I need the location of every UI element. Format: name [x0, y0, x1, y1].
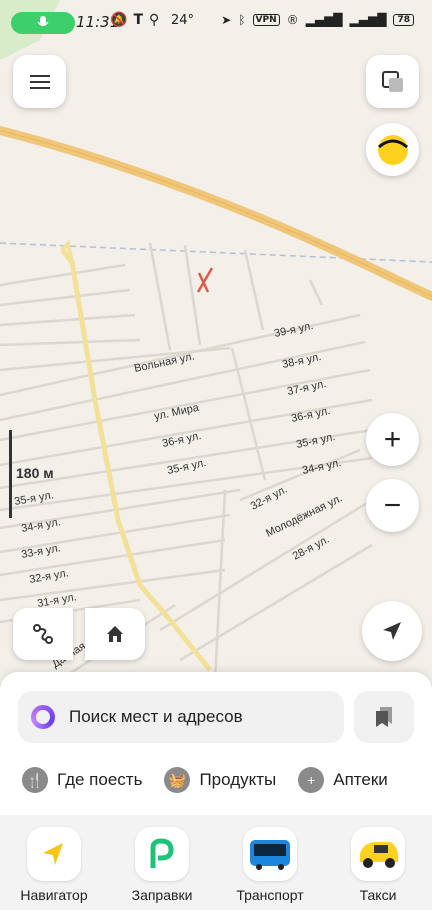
home-icon: [107, 626, 123, 642]
signal-icon-2: ▂▄▆█: [349, 13, 387, 27]
bluetooth-icon: ᛒ: [238, 13, 246, 27]
bottom-sheet: Поиск мест и адресов 🍴 Где поесть 🧺 Продук…: [0, 672, 432, 815]
search-input[interactable]: Поиск мест и адресов: [18, 691, 344, 743]
app-navigator[interactable]: Навигатор: [9, 827, 99, 903]
app-fuel[interactable]: Заправки: [117, 827, 207, 903]
plus-account-button[interactable]: [366, 123, 419, 176]
minus-icon: −: [383, 488, 402, 522]
home-button[interactable]: [85, 608, 145, 660]
plus-icon: +: [383, 422, 402, 456]
app-label: Заправки: [131, 887, 193, 903]
route-button[interactable]: [13, 608, 73, 660]
apps-bar: Навигатор Заправки Транспорт Такси: [0, 815, 432, 910]
layers-button[interactable]: [366, 55, 419, 108]
bus-icon: [243, 827, 297, 881]
my-location-button[interactable]: [362, 601, 422, 661]
category-label: Где поесть: [57, 770, 143, 789]
menu-button[interactable]: [13, 55, 66, 108]
alice-icon[interactable]: [31, 705, 55, 729]
menu-icon: [29, 74, 50, 89]
location-arrow-icon: ➤: [221, 13, 232, 27]
zoom-in-button[interactable]: +: [366, 413, 419, 466]
navigator-icon: [27, 827, 81, 881]
route-icon: [33, 624, 53, 644]
category-label: Продукты: [199, 770, 277, 789]
scale-bar: [9, 430, 12, 518]
app-label: Такси: [359, 887, 397, 903]
fuel-icon: [135, 827, 189, 881]
bookmarks-icon: [376, 707, 392, 727]
mic-indicator: [11, 12, 75, 34]
app-taxi[interactable]: Такси: [333, 827, 423, 903]
category-food[interactable]: 🍴 Где поесть: [22, 767, 142, 793]
plus-icon: +: [298, 767, 325, 793]
search-placeholder: Поиск мест и адресов: [69, 707, 243, 726]
fork-knife-icon: 🍴: [22, 767, 48, 793]
navigation-arrow-icon: [383, 622, 401, 640]
app-label: Навигатор: [20, 887, 88, 903]
map-canvas[interactable]: Вольная ул. ул. Мира 36-я ул. 35-я ул. 3…: [0, 0, 432, 700]
search-icon: ⚲: [149, 12, 160, 28]
taxi-icon: [351, 827, 405, 881]
signal-icon: ▂▄▆█: [305, 13, 343, 27]
t-icon: T: [133, 12, 143, 28]
app-transport[interactable]: Транспорт: [225, 827, 315, 903]
scale-label: 180 м: [16, 465, 54, 481]
category-label: Аптеки: [333, 770, 388, 789]
app-label: Транспорт: [236, 887, 304, 903]
microphone-icon: [37, 16, 49, 27]
category-groceries[interactable]: 🧺 Продукты: [164, 767, 276, 793]
yandex-plus-icon: [377, 134, 408, 165]
status-bar: 11:31 🔕 T ⚲ 24° ➤ ᛒ VPN ® ▂▄▆█ ▂▄▆█ 78: [0, 0, 432, 44]
layers-icon: [381, 70, 403, 92]
category-pharmacies[interactable]: + Аптеки: [298, 767, 388, 793]
map-svg: Вольная ул. ул. Мира 36-я ул. 35-я ул. 3…: [0, 0, 432, 700]
status-temperature: 24°: [171, 13, 195, 28]
basket-icon: 🧺: [164, 767, 191, 793]
bell-off-icon: 🔕: [110, 12, 128, 28]
vpn-badge: VPN: [252, 14, 280, 26]
battery-icon: 78: [393, 14, 414, 26]
registered-icon: ®: [286, 13, 299, 27]
bookmarks-button[interactable]: [354, 691, 414, 743]
zoom-out-button[interactable]: −: [366, 479, 419, 532]
